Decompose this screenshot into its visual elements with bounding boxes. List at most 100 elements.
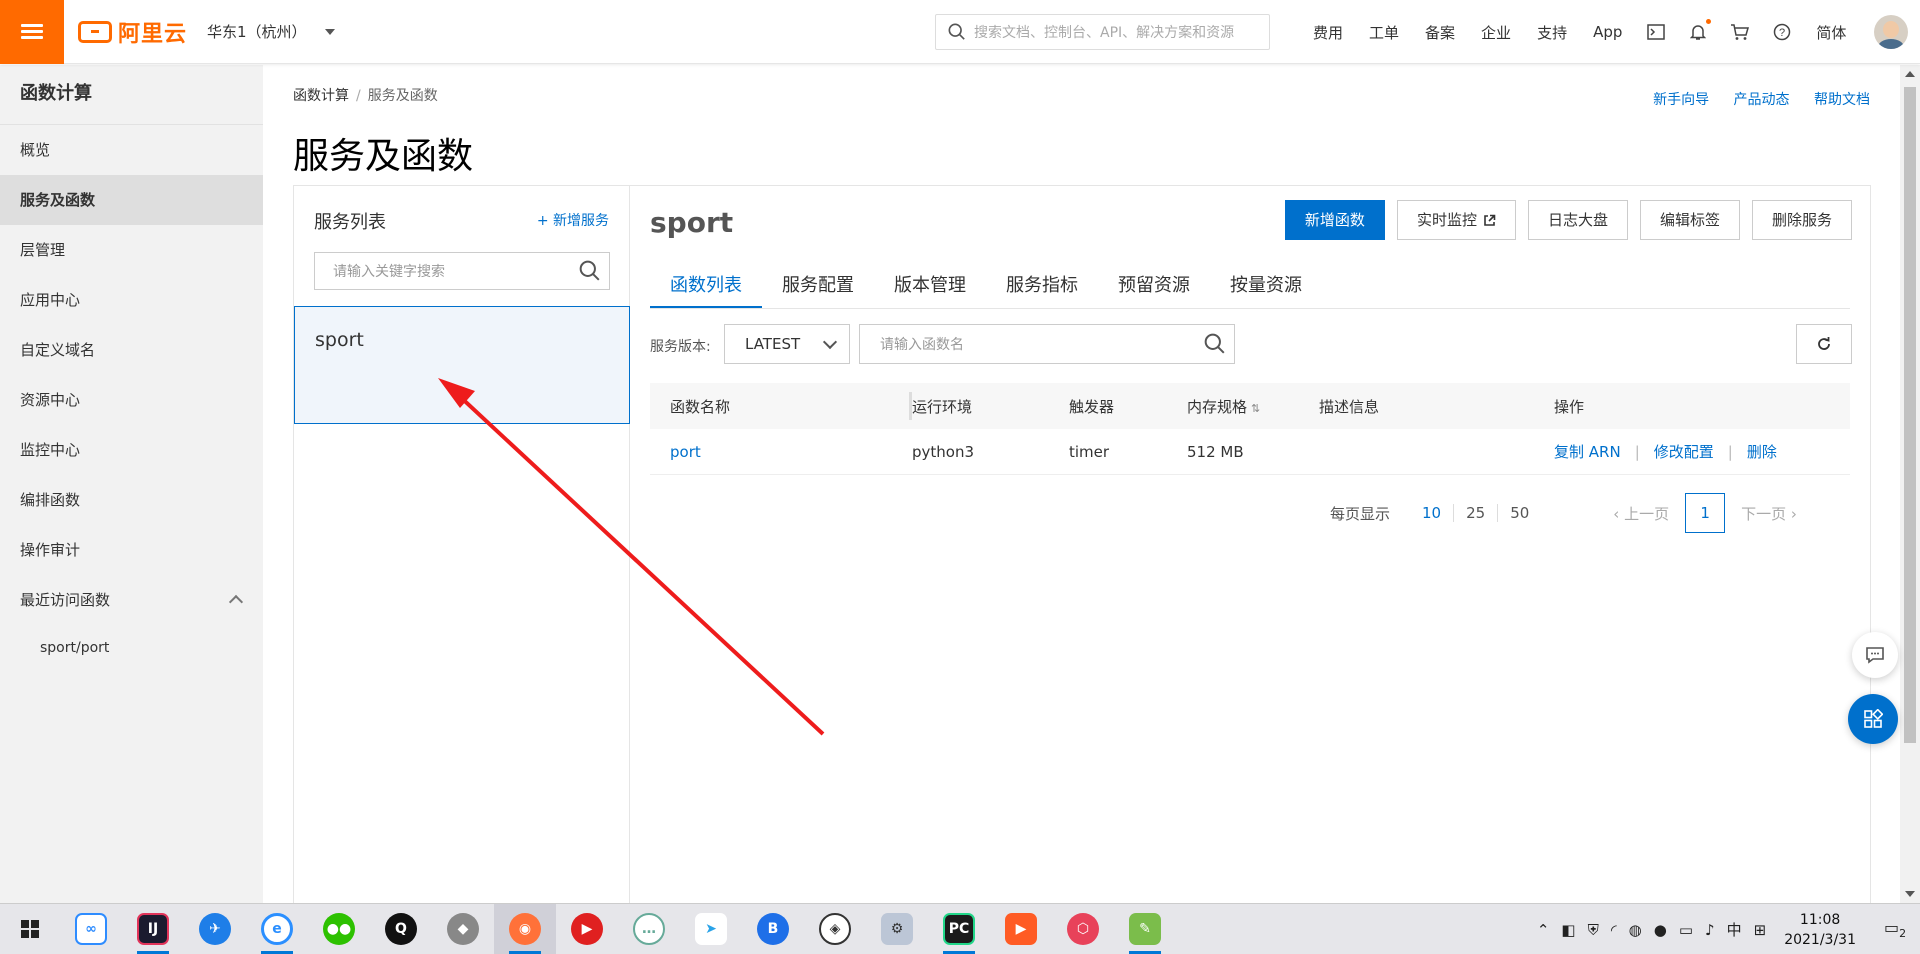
taskbar-chat-icon[interactable]: … [618, 904, 680, 954]
user-avatar[interactable] [1874, 15, 1908, 49]
sidebar-item-layers[interactable]: 层管理 [0, 225, 263, 275]
link-getting-started[interactable]: 新手向导 [1653, 92, 1709, 108]
delete-function-link[interactable]: 删除 [1747, 443, 1777, 461]
page-size-25[interactable]: 25 [1453, 504, 1497, 522]
top-link-enterprise[interactable]: 企业 [1481, 22, 1511, 43]
page-size-50[interactable]: 50 [1497, 504, 1541, 522]
taskbar-pycharm-icon[interactable]: PC [928, 904, 990, 954]
next-page-button[interactable]: 下一页 › [1741, 503, 1797, 524]
delete-service-button[interactable]: 删除服务 [1751, 200, 1852, 240]
taskbar-b-icon[interactable]: B [742, 904, 804, 954]
version-select[interactable]: LATEST [724, 324, 850, 364]
tray-shield-icon[interactable]: ⛨ [1588, 921, 1599, 939]
tab-service-config[interactable]: 服务配置 [762, 266, 874, 308]
sidebar-item-audit[interactable]: 操作审计 [0, 525, 263, 575]
taskbar-wechat-icon[interactable]: ●● [308, 904, 370, 954]
top-link-fees[interactable]: 费用 [1313, 22, 1343, 43]
prev-page-button[interactable]: ‹ 上一页 [1613, 503, 1669, 524]
cart-icon[interactable] [1730, 22, 1750, 42]
add-function-button[interactable]: 新增函数 [1284, 200, 1385, 240]
log-dashboard-button[interactable]: 日志大盘 [1527, 200, 1628, 240]
tab-function-list[interactable]: 函数列表 [650, 266, 762, 308]
top-link-tickets[interactable]: 工单 [1369, 22, 1399, 43]
sidebar-item-overview[interactable]: 概览 [0, 125, 263, 175]
edit-tags-button[interactable]: 编辑标签 [1639, 200, 1740, 240]
feedback-chat-button[interactable] [1852, 632, 1898, 678]
terminal-icon[interactable] [1646, 22, 1666, 42]
top-link-icp[interactable]: 备案 [1425, 22, 1455, 43]
function-search-input[interactable]: 请输入函数名 [859, 324, 1235, 364]
service-search-input[interactable]: 请输入关键字搜索 [314, 252, 610, 290]
tab-service-metrics[interactable]: 服务指标 [986, 266, 1098, 308]
windows-start-icon[interactable] [0, 904, 60, 954]
service-list-item-sport[interactable]: sport [294, 306, 630, 424]
notification-center-icon[interactable]: ▭2 [1884, 918, 1920, 940]
sidebar-item-orchestration[interactable]: 编排函数 [0, 475, 263, 525]
sidebar-item-monitoring[interactable]: 监控中心 [0, 425, 263, 475]
top-link-support[interactable]: 支持 [1537, 22, 1567, 43]
taskbar-firefox-icon[interactable]: ◉ [494, 903, 556, 954]
taskbar-baidunetdisk-icon[interactable]: ∞ [60, 904, 122, 954]
top-link-app[interactable]: App [1593, 23, 1622, 41]
col-memory[interactable]: 内存规格 ⇅ [1187, 396, 1319, 417]
tab-on-demand-resources[interactable]: 按量资源 [1210, 266, 1322, 308]
sidebar-item-app-center[interactable]: 应用中心 [0, 275, 263, 325]
taskbar-browser-icon[interactable]: e [246, 904, 308, 954]
tray-wechat-icon[interactable]: ● [1654, 921, 1667, 939]
bell-icon[interactable] [1688, 19, 1712, 42]
tray-security-icon[interactable]: ◍ [1629, 921, 1642, 939]
taskbar-app2-icon[interactable]: ⬡ [1052, 904, 1114, 954]
page-number-current[interactable]: 1 [1685, 493, 1726, 533]
keyboard-layout-icon[interactable]: ⊞ [1754, 921, 1767, 939]
taskbar-iqiyi-icon[interactable]: ▶ [556, 904, 618, 954]
quick-tools-button[interactable] [1848, 694, 1898, 744]
sidebar-item-custom-domain[interactable]: 自定义域名 [0, 325, 263, 375]
taskbar-feishu-icon[interactable]: ✈ [184, 904, 246, 954]
scroll-up-arrow[interactable] [1905, 71, 1915, 77]
taskbar-telegram-icon[interactable]: ➤ [680, 904, 742, 954]
region-selector[interactable]: 华东1（杭州） [207, 21, 335, 42]
function-name-link[interactable]: port [650, 443, 912, 461]
language-switch[interactable]: 简体 [1816, 22, 1846, 43]
taskbar-qq-icon[interactable]: Q [370, 904, 432, 954]
chevron-up-icon[interactable] [228, 594, 244, 610]
link-product-news[interactable]: 产品动态 [1734, 92, 1790, 108]
tab-version-management[interactable]: 版本管理 [874, 266, 986, 308]
sidebar-item-resource-center[interactable]: 资源中心 [0, 375, 263, 425]
taskbar-player-icon[interactable]: ▶ [990, 904, 1052, 954]
menu-icon[interactable] [0, 0, 64, 64]
edit-config-link[interactable]: 修改配置 [1654, 443, 1714, 461]
tab-reserved-resources[interactable]: 预留资源 [1098, 266, 1210, 308]
help-icon[interactable]: ? [1772, 22, 1792, 42]
search-icon[interactable] [1204, 333, 1226, 355]
system-clock[interactable]: 11:08 2021/3/31 [1784, 910, 1856, 950]
taskbar-app-icon[interactable]: ◆ [432, 904, 494, 954]
scrollbar-thumb[interactable] [1904, 87, 1916, 743]
add-service-button[interactable]: + 新增服务 [537, 210, 609, 230]
wifi-icon[interactable]: ◜ [1611, 921, 1617, 939]
sort-icon[interactable]: ⇅ [1251, 402, 1260, 415]
sidebar-item-recent-functions[interactable]: 最近访问函数 [0, 575, 263, 625]
search-icon[interactable] [579, 260, 601, 282]
scroll-down-arrow[interactable] [1905, 891, 1915, 897]
realtime-monitor-button[interactable]: 实时监控 [1396, 200, 1516, 240]
page-size-10[interactable]: 10 [1410, 504, 1453, 522]
copy-arn-link[interactable]: 复制 ARN [1554, 443, 1621, 461]
taskbar-tool-icon[interactable]: ⚙ [866, 904, 928, 954]
sidebar-item-services-functions[interactable]: 服务及函数 [0, 175, 263, 225]
global-search-input[interactable]: 搜索文档、控制台、API、解决方案和资源 [935, 14, 1270, 50]
battery-icon[interactable]: ▭ [1679, 921, 1693, 939]
taskbar-notepad-icon[interactable]: ✎ [1114, 904, 1176, 954]
ime-indicator[interactable]: 中 [1727, 919, 1742, 940]
taskbar-unity-icon[interactable]: ◈ [804, 904, 866, 954]
taskbar-intellij-icon[interactable]: IJ [122, 904, 184, 954]
recent-function-link[interactable]: sport/port [0, 625, 263, 671]
tray-app-icon[interactable]: ◧ [1561, 921, 1575, 939]
volume-icon[interactable]: ♪ [1705, 921, 1715, 939]
refresh-button[interactable] [1796, 324, 1852, 364]
page-scrollbar[interactable] [1900, 65, 1920, 903]
aliyun-logo[interactable]: 阿里云 [78, 16, 187, 48]
tray-expand-icon[interactable]: ⌃ [1537, 921, 1550, 939]
breadcrumb-link-fc[interactable]: 函数计算 [293, 88, 349, 104]
link-help-docs[interactable]: 帮助文档 [1814, 92, 1870, 108]
